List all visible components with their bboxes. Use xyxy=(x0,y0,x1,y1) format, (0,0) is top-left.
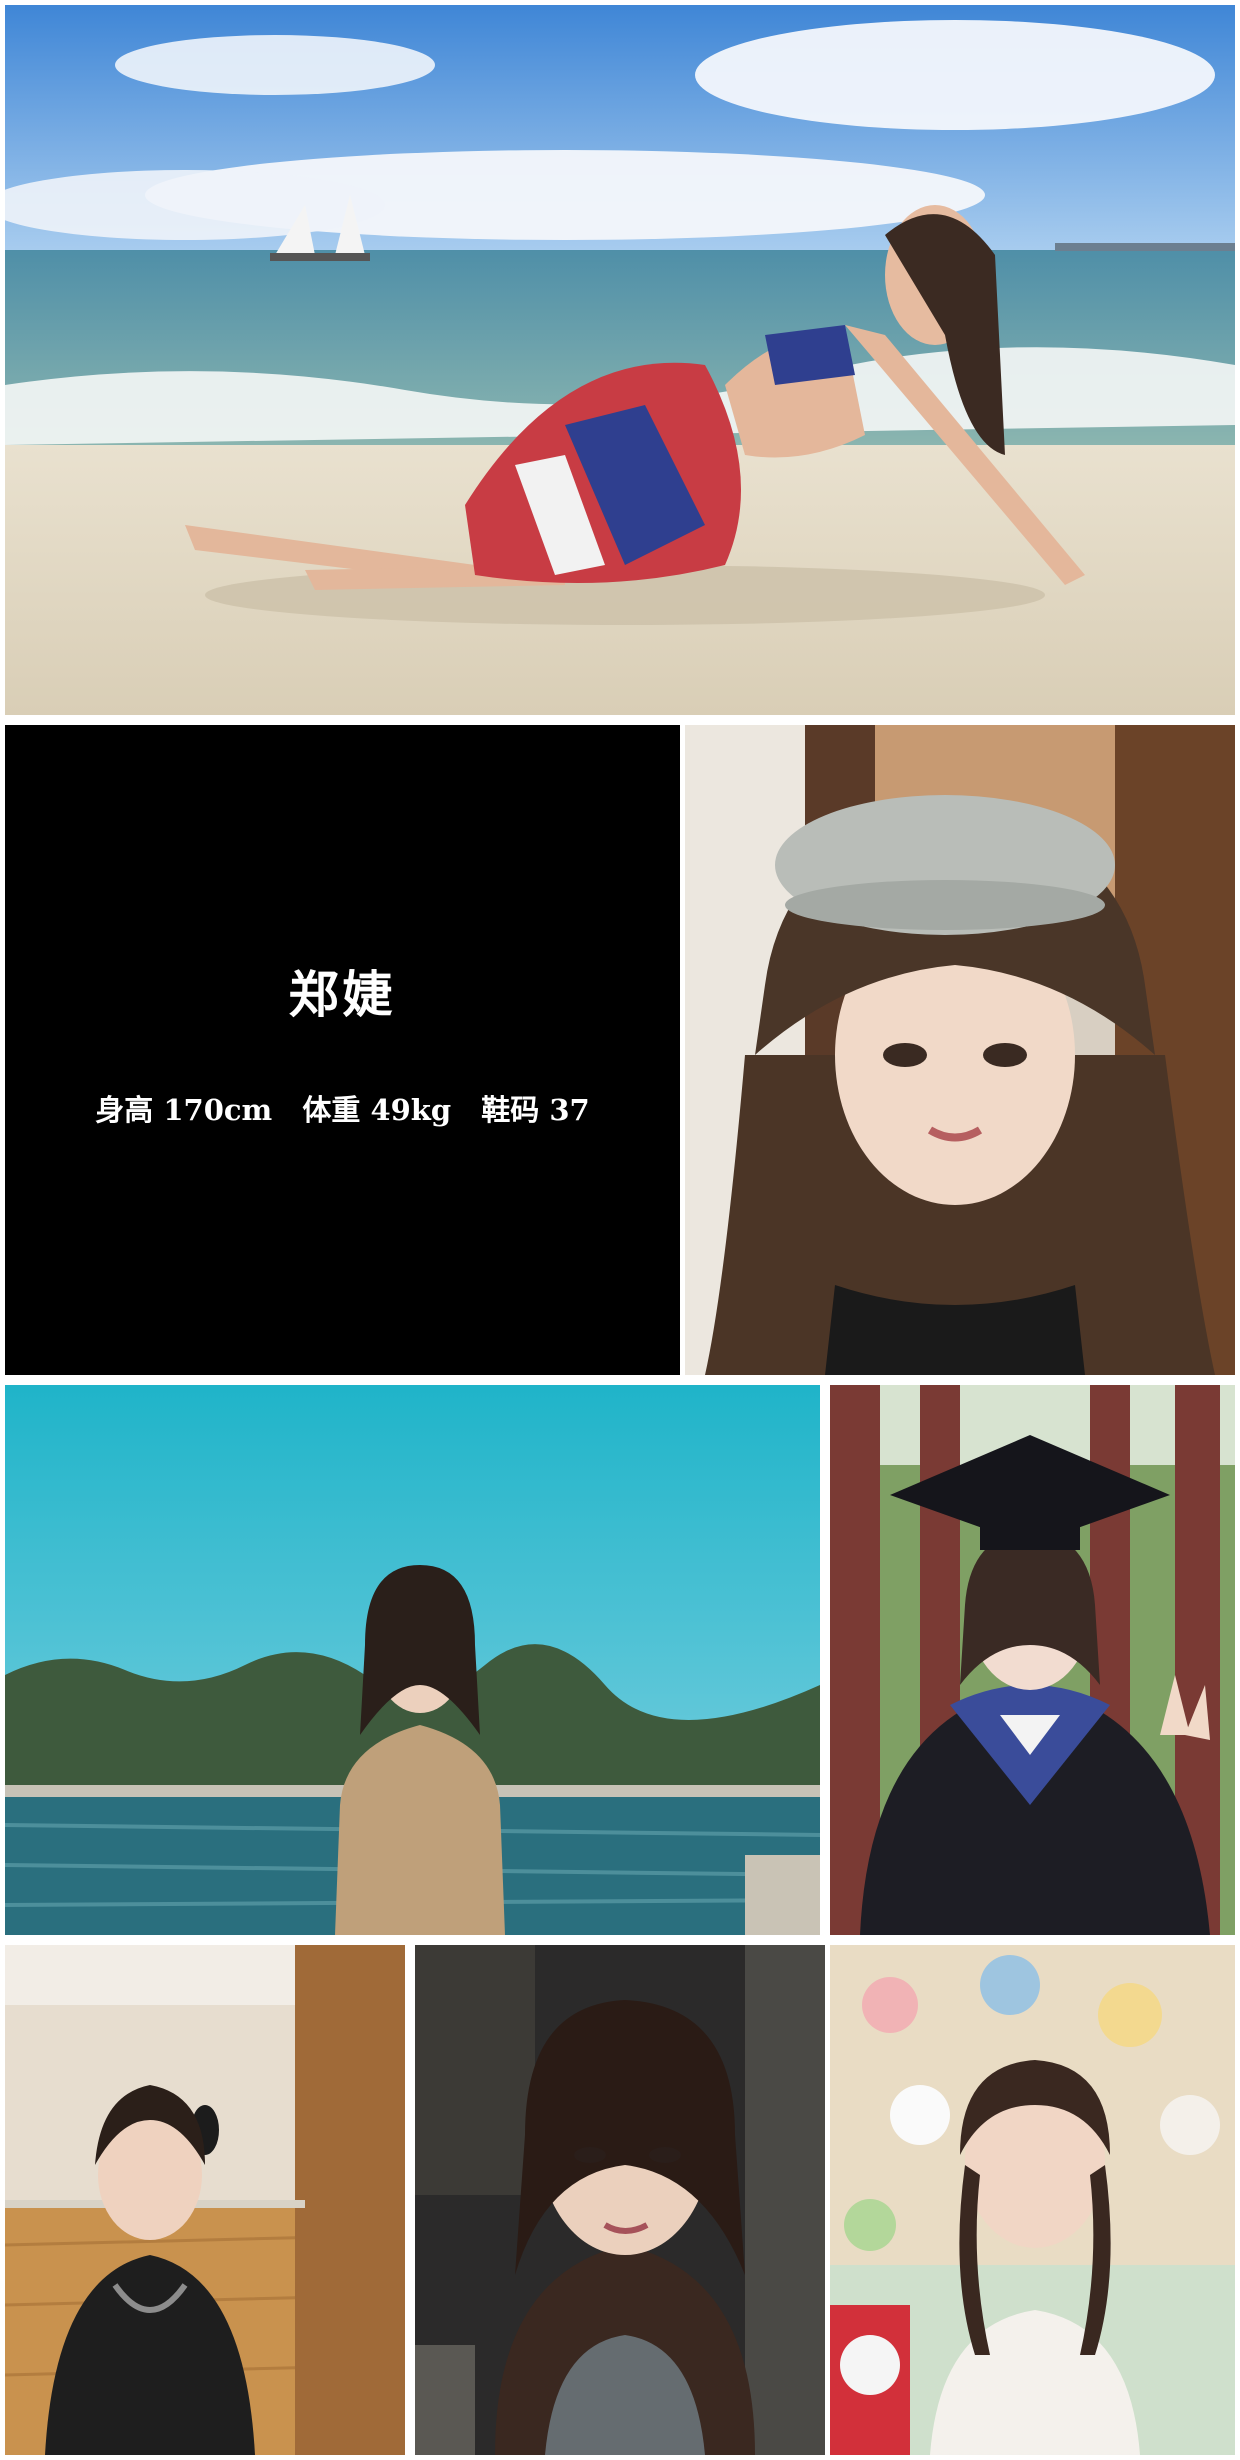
shoe-size-stat: 鞋码 37 xyxy=(481,1093,590,1127)
lakeside-photo xyxy=(5,1385,820,1935)
dance-studio-photo xyxy=(5,1945,405,2455)
graduation-photo xyxy=(830,1385,1235,1935)
beret-selfie-image xyxy=(685,725,1235,1375)
person-name: 郑婕 xyxy=(288,965,397,1024)
braids-selfie-image xyxy=(830,1945,1235,2455)
night-portrait-photo xyxy=(415,1945,825,2455)
stats-line: 身高 170cm 体重 49kg 鞋码 37 xyxy=(5,1087,680,1129)
weight-stat: 体重 49kg xyxy=(302,1093,452,1127)
braids-selfie-photo xyxy=(830,1945,1235,2455)
beach-scene-image xyxy=(5,5,1235,715)
height-stat: 身高 170cm xyxy=(95,1093,273,1127)
night-portrait-image xyxy=(415,1945,825,2455)
info-panel: 郑婕 身高 170cm 体重 49kg 鞋码 37 xyxy=(5,725,680,1375)
beret-selfie-photo xyxy=(685,725,1235,1375)
dance-studio-image xyxy=(5,1945,405,2455)
graduation-image xyxy=(830,1385,1235,1935)
lakeside-image xyxy=(5,1385,820,1935)
beach-photo xyxy=(5,5,1235,715)
photo-collage: 郑婕 身高 170cm 体重 49kg 鞋码 37 xyxy=(0,0,1240,2460)
